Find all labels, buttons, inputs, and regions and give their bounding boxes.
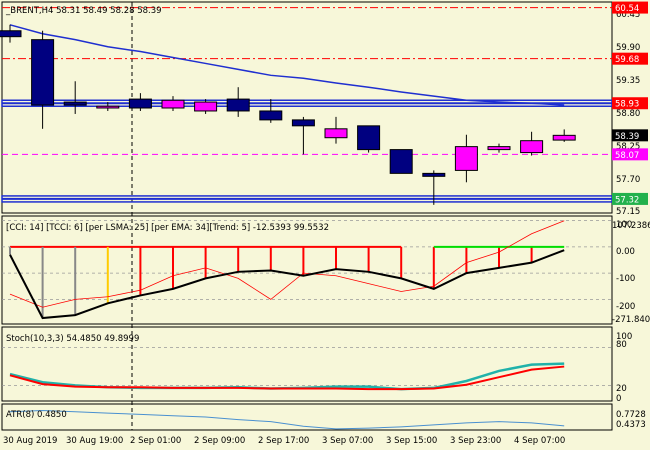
- candle-body: [552, 134, 576, 141]
- atr-axis-label: 0.7728: [616, 410, 646, 420]
- price-badge-label: 57.32: [615, 195, 639, 205]
- price-badge-label: 58.39: [615, 132, 639, 142]
- time-label: 4 Sep 07:00: [514, 436, 565, 446]
- candle-body: [161, 99, 185, 109]
- candle-body: [422, 172, 446, 177]
- atr-title: ATR(8) 0.4850: [6, 410, 67, 420]
- candle-body: [291, 119, 315, 127]
- candle-body: [324, 128, 348, 139]
- candle-body: [454, 146, 478, 171]
- cci-axis-label: 100: [616, 220, 632, 230]
- time-label: 2 Sep 01:00: [130, 436, 181, 446]
- candle-body: [0, 30, 22, 38]
- candle-body: [226, 98, 250, 112]
- cci-axis-label: -200: [616, 302, 635, 312]
- price-badge-label: 58.93: [615, 100, 639, 110]
- atr-axis-label: 0.4373: [616, 420, 646, 430]
- time-label: 30 Aug 2019: [3, 436, 57, 446]
- price-badge-label: 60.54: [615, 4, 639, 14]
- main-title: _BRENT,H4 58.31 58.49 58.28 58.39: [5, 6, 162, 16]
- candle-body: [63, 101, 87, 106]
- candle-body: [31, 39, 55, 106]
- time-label: 30 Aug 19:00: [66, 436, 123, 446]
- candle-body: [487, 146, 511, 151]
- trading-chart[interactable]: _BRENT,H4 58.31 58.49 58.28 58.39 [CCI: …: [0, 0, 650, 450]
- price-badge-label: 58.07: [615, 151, 639, 161]
- stoch-axis-label: 20: [616, 384, 627, 394]
- candle-body: [259, 110, 283, 121]
- price-label: 57.70: [616, 175, 640, 185]
- cci-axis-label: -100: [616, 274, 635, 284]
- candle-body: [520, 140, 544, 154]
- cci-axis-label: -271.840: [612, 315, 650, 325]
- stoch-axis-label: 80: [616, 340, 627, 350]
- time-label: 3 Sep 07:00: [322, 436, 373, 446]
- stoch-title: Stoch(10,3,3) 54.4850 49.8999: [6, 334, 139, 344]
- time-label: 3 Sep 23:00: [450, 436, 501, 446]
- candle-body: [194, 101, 218, 112]
- cci-title: [CCI: 14] [TCCI: 6] [per LSMA: 25] [per …: [6, 223, 329, 233]
- price-label: 59.35: [616, 76, 640, 86]
- cci-axis-label: 0.00: [616, 247, 635, 257]
- candle-body: [96, 105, 120, 109]
- price-label: 58.80: [616, 109, 640, 119]
- time-label: 2 Sep 09:00: [194, 436, 245, 446]
- candle-body: [357, 125, 381, 151]
- time-label: 2 Sep 17:00: [258, 436, 309, 446]
- price-label: 57.15: [616, 207, 640, 217]
- candle-body: [128, 98, 152, 109]
- time-label: 3 Sep 15:00: [386, 436, 437, 446]
- candle-body: [389, 149, 413, 174]
- stoch-axis-label: 0: [616, 394, 621, 404]
- price-badge-label: 59.68: [615, 55, 639, 65]
- price-label: 59.90: [616, 43, 640, 53]
